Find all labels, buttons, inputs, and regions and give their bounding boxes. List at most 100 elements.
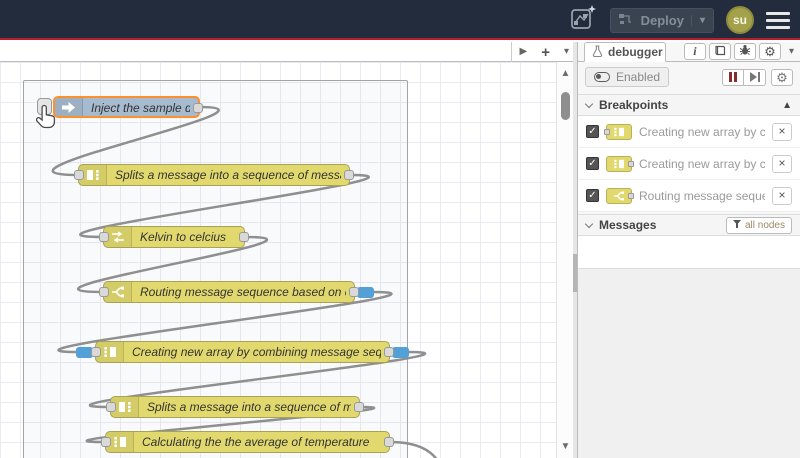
flask-icon <box>592 44 603 60</box>
breakpoint-row[interactable]: ✓ Creating new array by combining messag… <box>578 148 800 180</box>
node-label: Routing message sequence based on condit… <box>140 285 346 299</box>
node-split-2[interactable]: Splits a message into a sequence of mess… <box>106 396 364 418</box>
info-icon: i <box>693 44 697 58</box>
add-flow-icon[interactable]: + <box>541 45 550 60</box>
tab-debugger[interactable]: debugger <box>584 42 666 62</box>
mouse-cursor <box>35 104 58 135</box>
scroll-up-icon[interactable]: ▲ <box>557 68 574 79</box>
help-tab-button[interactable] <box>708 43 731 60</box>
gear-icon: ⚙ <box>776 69 788 85</box>
debugger-settings-button[interactable]: ⚙ <box>771 68 793 86</box>
workspace: ▶ + ▾ Inject the sample data <box>0 42 800 458</box>
node-label: Splits a message into a sequence of mess… <box>147 400 351 414</box>
chevron-down-icon <box>584 99 594 108</box>
remove-breakpoint-button[interactable]: × <box>772 154 792 173</box>
output-port[interactable] <box>239 232 249 242</box>
info-tab-button[interactable]: i <box>683 43 706 60</box>
breakpoint-row[interactable]: ✓ Routing message sequence based on cond… <box>578 180 800 212</box>
output-port[interactable] <box>193 103 203 113</box>
debugger-enabled-toggle[interactable]: Enabled <box>585 67 670 87</box>
switch-node-icon <box>606 187 634 204</box>
tab-debugger-label: debugger <box>608 45 663 59</box>
breakpoints-section-header[interactable]: Breakpoints ▲ <box>578 94 800 116</box>
bug-icon <box>739 43 751 61</box>
breakpoint-checkbox[interactable]: ✓ <box>586 157 599 170</box>
node-label: Calculating the the average of temperatu… <box>142 435 370 449</box>
input-port[interactable] <box>91 347 101 357</box>
breakpoint-marker-output[interactable] <box>392 347 409 358</box>
join-node-icon <box>606 155 634 172</box>
flow-canvas[interactable]: Inject the sample data Splits a message … <box>0 62 556 458</box>
breakpoint-label: Creating new array by combining message … <box>639 156 765 171</box>
breakpoints-list: ✓ Creating new array by combining messag… <box>578 116 800 212</box>
node-inject[interactable]: Inject the sample data <box>53 96 203 118</box>
chevron-down-icon <box>584 219 594 228</box>
debugger-toolbar: Enabled ⚙ <box>578 62 800 92</box>
messages-title: Messages <box>599 218 657 232</box>
breakpoint-checkbox[interactable]: ✓ <box>586 125 599 138</box>
sidebar-tabs-caret-icon[interactable]: ▾ <box>789 46 794 57</box>
pause-button[interactable] <box>722 68 744 86</box>
node-label: Inject the sample data <box>91 101 190 115</box>
config-tab-button[interactable]: ⚙ <box>758 43 781 60</box>
inject-arrow-icon <box>55 98 83 116</box>
step-icon <box>749 72 760 82</box>
node-label: Splits a message into a sequence of mess… <box>115 168 341 182</box>
join-node-icon <box>604 123 632 140</box>
filter-label: all nodes <box>744 219 785 231</box>
output-port[interactable] <box>384 437 394 447</box>
step-button[interactable] <box>744 68 766 86</box>
canvas-vertical-scrollbar[interactable]: ▲ ▼ <box>556 62 573 458</box>
user-avatar[interactable]: su <box>726 6 754 34</box>
flow-tabbar: ▶ + ▾ <box>0 42 573 62</box>
sidebar-tabbar: debugger i ⚙ ▾ <box>578 42 800 62</box>
node-split-1[interactable]: Splits a message into a sequence of mess… <box>74 164 354 186</box>
main-menu-button[interactable] <box>766 11 790 29</box>
node-label: Creating new array by combining message … <box>132 345 381 359</box>
node-label: Kelvin to celcius <box>140 230 227 244</box>
breakpoints-title: Breakpoints <box>599 98 669 112</box>
node-switch[interactable]: Routing message sequence based on condit… <box>99 281 374 303</box>
input-port[interactable] <box>106 402 116 412</box>
deploy-button[interactable]: Deploy ▾ <box>609 7 714 33</box>
flow-assistant-button[interactable] <box>568 4 598 37</box>
breakpoint-label: Creating new array by combining message … <box>639 124 765 139</box>
messages-empty-area <box>578 236 800 268</box>
remove-breakpoint-button[interactable]: × <box>772 186 792 205</box>
breakpoint-checkbox[interactable]: ✓ <box>586 189 599 202</box>
input-port[interactable] <box>101 437 111 447</box>
funnel-icon <box>732 219 741 231</box>
sidebar-footer-area <box>578 268 800 458</box>
debug-tab-button[interactable] <box>733 43 756 61</box>
output-port[interactable] <box>349 287 359 297</box>
node-join-1[interactable]: Creating new array by combining message … <box>76 341 409 363</box>
deploy-options-caret[interactable]: ▾ <box>690 14 705 26</box>
output-port[interactable] <box>354 402 364 412</box>
toggle-icon <box>594 72 610 82</box>
breakpoint-marker-output[interactable] <box>357 287 374 298</box>
input-port[interactable] <box>99 287 109 297</box>
scroll-down-icon[interactable]: ▼ <box>557 441 574 452</box>
input-port[interactable] <box>99 232 109 242</box>
sidebar: debugger i ⚙ ▾ Enabled ⚙ Breakpoints ▲ ✓… <box>577 42 800 458</box>
node-change[interactable]: Kelvin to celcius <box>99 226 249 248</box>
enabled-label: Enabled <box>616 70 661 84</box>
breakpoint-row[interactable]: ✓ Creating new array by combining messag… <box>578 116 800 148</box>
messages-section-header[interactable]: Messages all nodes <box>578 214 800 236</box>
output-port[interactable] <box>344 170 354 180</box>
flow-assistant-icon <box>569 4 597 37</box>
node-join-2[interactable]: Calculating the the average of temperatu… <box>101 431 394 453</box>
flow-list-caret-icon[interactable]: ▾ <box>564 47 569 57</box>
input-port[interactable] <box>74 170 84 180</box>
breakpoint-label: Routing message sequence based on condit… <box>639 188 765 203</box>
message-filter-button[interactable]: all nodes <box>725 216 792 234</box>
deploy-label: Deploy <box>640 12 684 28</box>
scrollbar-thumb[interactable] <box>561 92 570 120</box>
gear-icon: ⚙ <box>764 44 776 59</box>
pause-icon <box>729 72 737 82</box>
wire[interactable] <box>389 440 449 458</box>
remove-breakpoint-button[interactable]: × <box>772 122 792 141</box>
tab-scroll-right-icon[interactable]: ▶ <box>520 47 528 57</box>
output-port[interactable] <box>384 347 394 357</box>
scroll-to-top-icon[interactable]: ▲ <box>782 100 792 111</box>
